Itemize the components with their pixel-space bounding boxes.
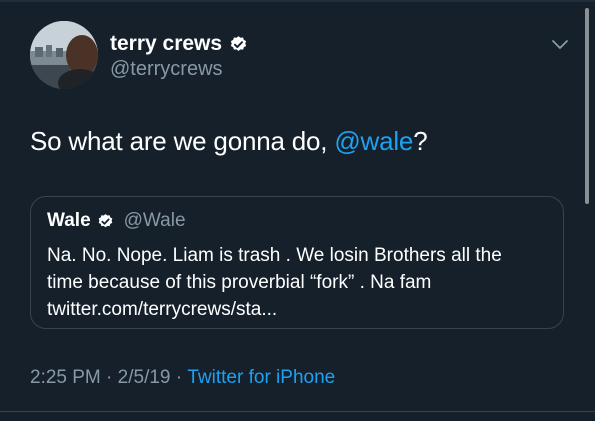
meta-separator: · <box>170 367 188 388</box>
meta-separator: · <box>100 367 118 388</box>
bottom-divider <box>0 411 595 412</box>
quoted-line-link[interactable]: twitter.com/terrycrews/sta... <box>47 296 557 323</box>
tweet-time[interactable]: 2:25 PM <box>30 367 101 389</box>
mention-link[interactable]: @wale <box>334 126 413 156</box>
tweet-date[interactable]: 2/5/19 <box>118 367 171 389</box>
tweet-text-prefix: So what are we gonna do, <box>30 126 335 156</box>
tweet-source[interactable]: Twitter for iPhone <box>187 367 335 389</box>
tweet-meta: 2:25 PM · 2/5/19 · Twitter for iPhone <box>30 367 335 389</box>
author-handle[interactable]: @terrycrews <box>110 58 223 81</box>
quoted-author-handle: @Wale <box>123 210 186 231</box>
tweet-text: So what are we gonna do, @wale? <box>30 126 428 157</box>
tweet-text-suffix: ? <box>413 126 428 156</box>
avatar[interactable] <box>30 21 98 89</box>
chevron-down-icon[interactable] <box>551 38 569 52</box>
quoted-tweet-header: Wale @Wale <box>47 210 186 232</box>
author-display-name[interactable]: terry crews <box>110 32 222 56</box>
quoted-author-name: Wale <box>47 210 91 231</box>
quoted-line: Na. No. Nope. Liam is trash . We losin B… <box>47 245 502 266</box>
top-divider <box>0 0 595 2</box>
verified-badge-icon <box>98 213 112 227</box>
quoted-tweet-text: Na. No. Nope. Liam is trash . We losin B… <box>47 242 557 323</box>
quoted-line: time because of this proverbial “fork” .… <box>47 272 432 293</box>
quoted-tweet[interactable]: Wale @Wale Na. No. Nope. Liam is trash .… <box>30 196 564 329</box>
author-name-row[interactable]: terry crews <box>110 32 248 56</box>
scrollbar[interactable] <box>585 8 589 204</box>
verified-badge-icon <box>230 35 247 51</box>
